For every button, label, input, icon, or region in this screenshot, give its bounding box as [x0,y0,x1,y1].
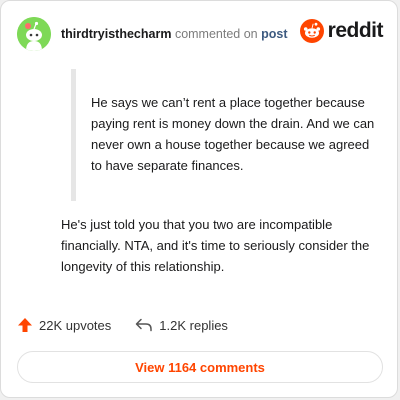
comment-stats: 22K upvotes 1.2K replies [17,317,228,333]
upvote-arrow-icon [18,318,32,332]
user-avatar[interactable] [17,17,51,51]
view-comments-button[interactable]: View 1164 comments [17,351,383,383]
reddit-wordmark: reddit [327,19,384,42]
quote-bar [71,69,76,201]
upvote-count: 22K upvotes [39,317,112,333]
action-text: commented on [174,27,258,41]
reply-arrow-icon [136,318,153,332]
reddit-logo[interactable]: reddit [299,19,384,43]
username-link[interactable]: thirdtryisthecharm [61,27,171,41]
reply-count: 1.2K replies [159,317,228,333]
post-link[interactable]: post [261,27,287,41]
comment-header: thirdtryisthecharm commented on post [61,27,288,41]
upvote-button[interactable]: 22K upvotes [17,317,111,333]
comment-body: He's just told you that you two are inco… [61,217,370,274]
reddit-alien-icon [299,19,324,43]
quoted-text: He says we can’t rent a place together b… [91,95,375,173]
snoo-avatar-icon [17,17,51,51]
comment-card: thirdtryisthecharm commented on post red… [0,0,398,398]
replies-button[interactable]: 1.2K replies [135,318,228,333]
